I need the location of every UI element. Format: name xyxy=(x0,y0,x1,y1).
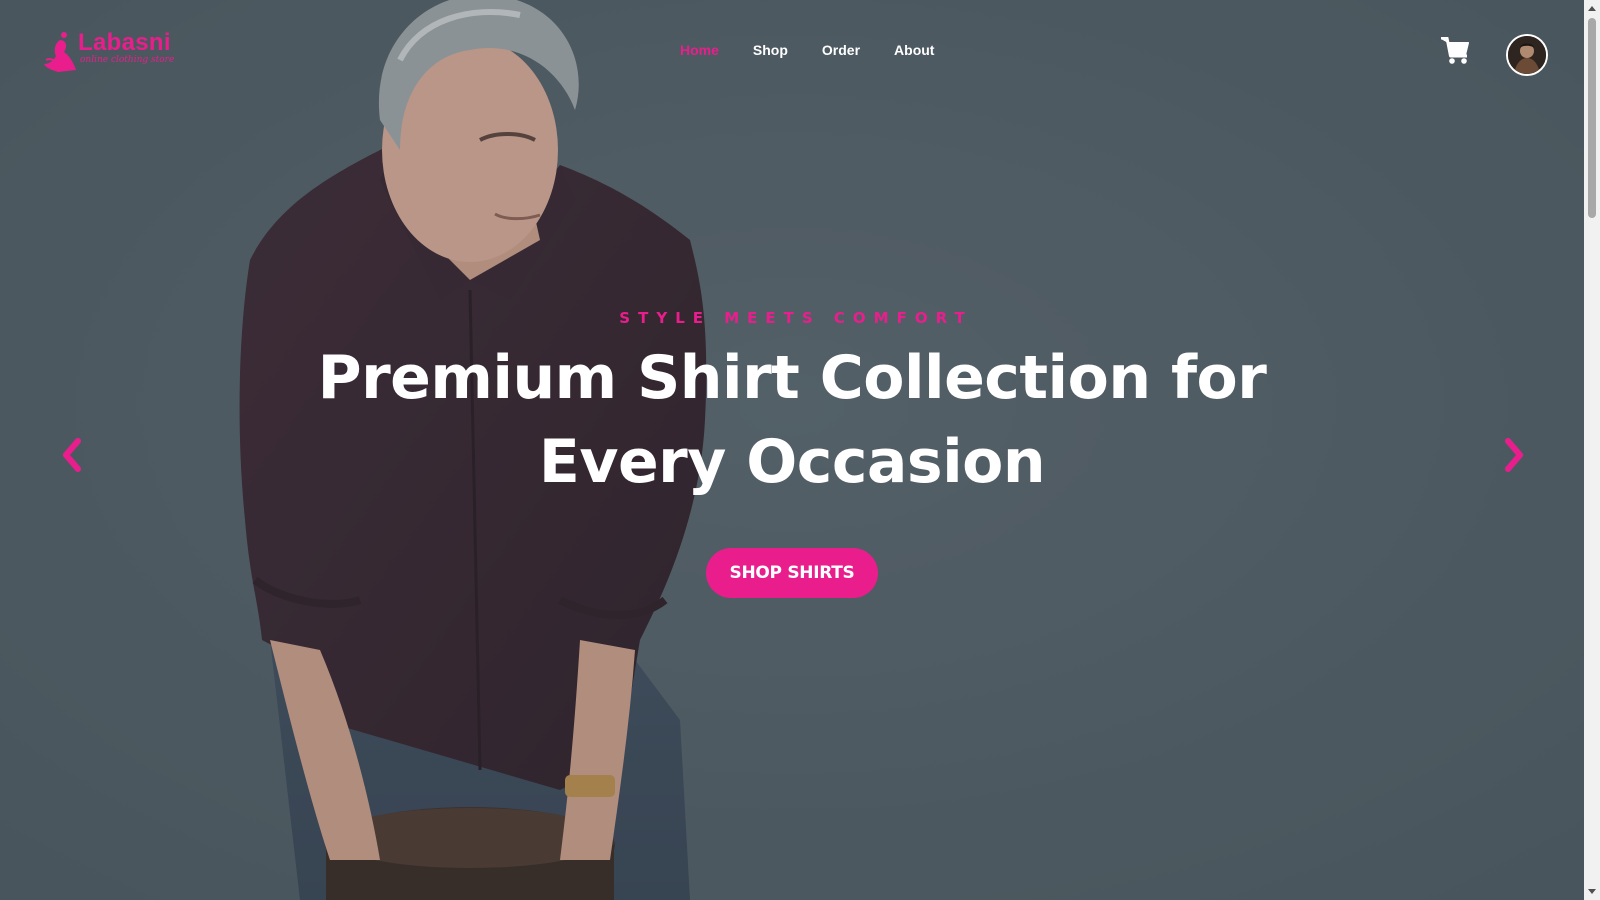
scrollbar-thumb[interactable] xyxy=(1588,18,1596,218)
hero-eyebrow: STYLE MEETS COMFORT xyxy=(619,309,973,327)
main-nav: Home Shop Order About xyxy=(680,40,968,60)
hero-slide-content: STYLE MEETS COMFORT Premium Shirt Collec… xyxy=(0,300,1584,598)
logo-text-group: Labasni online clothing store xyxy=(78,29,175,66)
nav-item-home[interactable]: Home xyxy=(680,40,719,60)
shop-shirts-button[interactable]: SHOP SHIRTS xyxy=(705,548,879,598)
nav-item-about[interactable]: About xyxy=(894,40,934,60)
avatar-image xyxy=(1508,36,1546,74)
brand-name: Labasni xyxy=(78,29,171,56)
chevron-left-icon[interactable] xyxy=(58,437,86,473)
page-viewport: Labasni online clothing store Home Shop … xyxy=(0,0,1584,900)
user-avatar[interactable] xyxy=(1506,34,1548,76)
brand-tagline: online clothing store xyxy=(80,55,175,65)
scroll-up-arrow-icon[interactable] xyxy=(1584,0,1600,16)
chevron-right-icon[interactable] xyxy=(1500,437,1528,473)
hero-headline: Premium Shirt Collection for Every Occas… xyxy=(317,343,1267,497)
scroll-down-arrow-icon[interactable] xyxy=(1584,884,1600,900)
nav-item-order[interactable]: Order xyxy=(822,40,860,60)
cart-icon[interactable] xyxy=(1441,37,1471,65)
brand-logo[interactable]: Labasni online clothing store xyxy=(44,30,194,76)
nav-item-shop[interactable]: Shop xyxy=(753,40,788,60)
vertical-scrollbar[interactable] xyxy=(1584,0,1600,900)
site-header: Labasni online clothing store Home Shop … xyxy=(0,0,1584,100)
logo-figure-icon xyxy=(44,32,76,72)
